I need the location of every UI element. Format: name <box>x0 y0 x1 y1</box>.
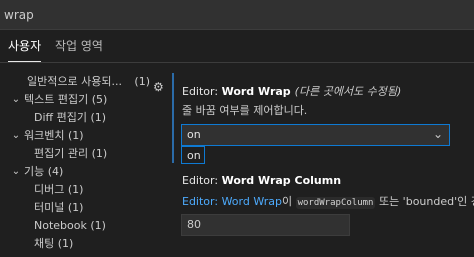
settings-tabs: 사용자 작업 영역 <box>0 30 474 62</box>
toc-item-label: 터미널 (1) <box>34 201 84 214</box>
setting-category: Editor: <box>182 85 222 98</box>
search-input[interactable] <box>0 0 474 30</box>
dropdown-option-on[interactable]: on <box>187 149 201 162</box>
focused-setting-indicator <box>172 73 174 163</box>
word-wrap-select[interactable]: on ⌄ <box>181 124 450 146</box>
toc-item-label: 텍스트 편집기 (5) <box>24 93 108 106</box>
toc-item-label: 채팅 (1) <box>34 237 74 250</box>
tab-user[interactable]: 사용자 <box>8 37 42 62</box>
tabs-divider <box>0 62 474 63</box>
chevron-down-icon: ⌄ <box>11 130 21 141</box>
chevron-down-icon: ⌄ <box>11 94 21 105</box>
scrollbar[interactable] <box>466 63 474 257</box>
desc-text: 또는 'bounded'인 경우 <box>378 195 474 208</box>
settings-toc: 일반적으로 사용되... (1) ⌄ 텍스트 편집기 (5) Diff 편집기 … <box>0 70 152 257</box>
word-wrap-column-input[interactable]: 80 <box>181 214 350 236</box>
chevron-down-icon: ⌄ <box>432 127 443 141</box>
toc-item-count: (1) <box>134 75 150 88</box>
toc-item-label: 일반적으로 사용되... <box>27 75 122 88</box>
select-value: on <box>187 128 201 141</box>
toc-item-label: 편집기 관리 (1) <box>34 147 108 160</box>
search-bar <box>0 0 474 30</box>
code-chip: wordWrapColumn <box>295 197 376 209</box>
toc-item-label: Diff 편집기 (1) <box>34 111 107 124</box>
word-wrap-column-description: Editor: Word Wrap이 wordWrapColumn 또는 'bo… <box>182 193 474 209</box>
setting-name: Word Wrap Column <box>221 174 342 187</box>
chevron-down-icon: ⌄ <box>11 166 21 177</box>
toc-item-label: 워크벤치 (1) <box>24 129 84 142</box>
modified-elsewhere-link[interactable]: (다른 곳에서도 수정됨) <box>295 85 402 98</box>
toc-item-label: Notebook (1) <box>34 219 106 232</box>
gear-icon[interactable]: ⚙ <box>153 80 164 94</box>
toc-item-label: 디버그 (1) <box>34 183 84 196</box>
toc-item-label: 기능 (4) <box>24 165 64 178</box>
word-wrap-link[interactable]: Editor: Word Wrap <box>182 195 282 208</box>
desc-text: 이 <box>281 195 296 208</box>
input-value: 80 <box>187 218 201 231</box>
word-wrap-dropdown: on <box>181 146 205 164</box>
toc-item-commonly-used[interactable]: 일반적으로 사용되... (1) <box>0 73 152 91</box>
word-wrap-column-title: Editor: Word Wrap Column <box>182 174 341 187</box>
tab-workspace[interactable]: 작업 영역 <box>55 37 103 54</box>
word-wrap-description: 줄 바꿈 여부를 제어합니다. <box>182 104 308 117</box>
word-wrap-title: Editor: Word Wrap (다른 곳에서도 수정됨) <box>182 83 401 99</box>
setting-name: Word Wrap <box>221 85 291 98</box>
setting-category: Editor: <box>182 174 222 187</box>
